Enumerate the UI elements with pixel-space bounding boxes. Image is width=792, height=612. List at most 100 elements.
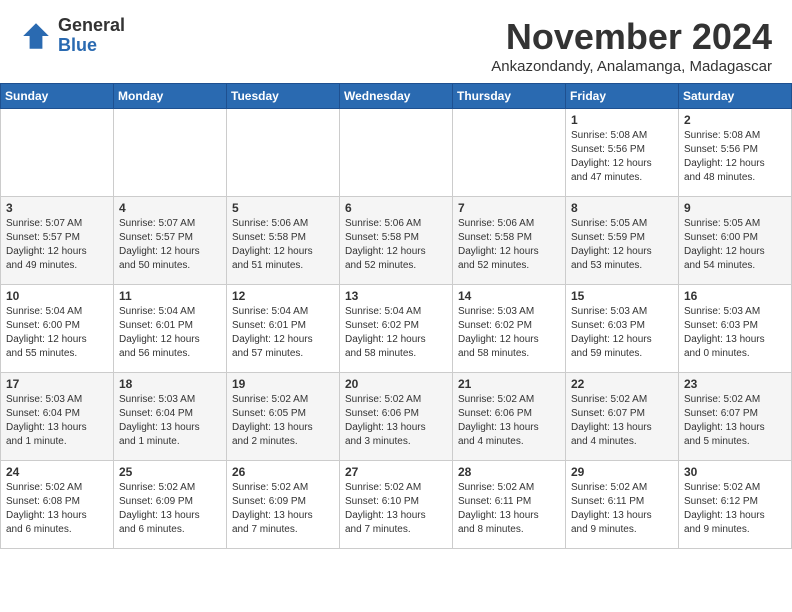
- calendar-week-3: 10 Sunrise: 5:04 AM Sunset: 6:00 PM Dayli…: [1, 285, 792, 373]
- calendar-cell: 15 Sunrise: 5:03 AM Sunset: 6:03 PM Dayli…: [566, 285, 679, 373]
- calendar-cell: 21Sunrise: 5:02 AM Sunset: 6:06 PM Dayli…: [453, 373, 566, 461]
- day-info: Sunrise: 5:04 AM Sunset: 6:01 PM Dayligh…: [119, 305, 221, 361]
- day-number: 28: [458, 465, 560, 479]
- day-number: 13: [345, 289, 447, 303]
- calendar-cell: 12 Sunrise: 5:04 AM Sunset: 6:01 PM Dayli…: [227, 285, 340, 373]
- calendar-header-row: SundayMondayTuesdayWednesdayThursdayFrid…: [1, 84, 792, 109]
- day-info: Sunrise: 5:02 AM Sunset: 6:09 PM Dayligh…: [119, 481, 221, 537]
- day-number: 5: [232, 201, 334, 215]
- calendar-cell: 20Sunrise: 5:02 AM Sunset: 6:06 PM Dayli…: [340, 373, 453, 461]
- calendar-cell: [453, 109, 566, 197]
- location-subtitle: Ankazondandy, Analamanga, Madagascar: [491, 58, 772, 75]
- month-title: November 2024: [491, 16, 772, 58]
- calendar-week-4: 17 Sunrise: 5:03 AM Sunset: 6:04 PM Dayli…: [1, 373, 792, 461]
- day-number: 17: [6, 377, 108, 391]
- day-info: Sunrise: 5:05 AM Sunset: 6:00 PM Dayligh…: [684, 217, 786, 273]
- calendar-table: SundayMondayTuesdayWednesdayThursdayFrid…: [0, 83, 792, 549]
- calendar-cell: 29 Sunrise: 5:02 AM Sunset: 6:11 PM Dayli…: [566, 461, 679, 549]
- calendar-cell: 26 Sunrise: 5:02 AM Sunset: 6:09 PM Dayli…: [227, 461, 340, 549]
- day-info: Sunrise: 5:02 AM Sunset: 6:07 PM Dayligh…: [571, 393, 673, 449]
- calendar-cell: 13 Sunrise: 5:04 AM Sunset: 6:02 PM Dayli…: [340, 285, 453, 373]
- calendar-cell: 22 Sunrise: 5:02 AM Sunset: 6:07 PM Dayli…: [566, 373, 679, 461]
- day-info: Sunrise: 5:02 AM Sunset: 6:11 PM Dayligh…: [458, 481, 560, 537]
- calendar-cell: [340, 109, 453, 197]
- day-info: Sunrise: 5:02 AM Sunset: 6:09 PM Dayligh…: [232, 481, 334, 537]
- day-info: Sunrise: 5:03 AM Sunset: 6:02 PM Dayligh…: [458, 305, 560, 361]
- day-number: 1: [571, 113, 673, 127]
- weekday-header-monday: Monday: [114, 84, 227, 109]
- logo: General Blue: [20, 16, 125, 56]
- calendar-cell: 4 Sunrise: 5:07 AM Sunset: 5:57 PM Daylig…: [114, 197, 227, 285]
- day-info: Sunrise: 5:03 AM Sunset: 6:03 PM Dayligh…: [684, 305, 786, 361]
- day-number: 6: [345, 201, 447, 215]
- day-number: 22: [571, 377, 673, 391]
- day-info: Sunrise: 5:03 AM Sunset: 6:04 PM Dayligh…: [119, 393, 221, 449]
- calendar-cell: 5 Sunrise: 5:06 AM Sunset: 5:58 PM Daylig…: [227, 197, 340, 285]
- calendar-cell: 18 Sunrise: 5:03 AM Sunset: 6:04 PM Dayli…: [114, 373, 227, 461]
- page-header: General Blue November 2024 Ankazondandy,…: [0, 0, 792, 83]
- calendar-cell: [114, 109, 227, 197]
- day-number: 30: [684, 465, 786, 479]
- calendar-cell: 1 Sunrise: 5:08 AM Sunset: 5:56 PM Daylig…: [566, 109, 679, 197]
- weekday-header-tuesday: Tuesday: [227, 84, 340, 109]
- calendar-week-2: 3 Sunrise: 5:07 AM Sunset: 5:57 PM Daylig…: [1, 197, 792, 285]
- day-info: Sunrise: 5:04 AM Sunset: 6:01 PM Dayligh…: [232, 305, 334, 361]
- day-number: 25: [119, 465, 221, 479]
- weekday-header-wednesday: Wednesday: [340, 84, 453, 109]
- day-info: Sunrise: 5:08 AM Sunset: 5:56 PM Dayligh…: [684, 129, 786, 185]
- day-info: Sunrise: 5:04 AM Sunset: 6:00 PM Dayligh…: [6, 305, 108, 361]
- day-number: 10: [6, 289, 108, 303]
- day-number: 20: [345, 377, 447, 391]
- calendar-cell: 28 Sunrise: 5:02 AM Sunset: 6:11 PM Dayli…: [453, 461, 566, 549]
- calendar-cell: 9 Sunrise: 5:05 AM Sunset: 6:00 PM Daylig…: [679, 197, 792, 285]
- calendar-cell: 7Sunrise: 5:06 AM Sunset: 5:58 PM Daylig…: [453, 197, 566, 285]
- calendar-cell: 30 Sunrise: 5:02 AM Sunset: 6:12 PM Dayli…: [679, 461, 792, 549]
- calendar-cell: [1, 109, 114, 197]
- calendar-cell: 24 Sunrise: 5:02 AM Sunset: 6:08 PM Dayli…: [1, 461, 114, 549]
- calendar-week-5: 24 Sunrise: 5:02 AM Sunset: 6:08 PM Dayli…: [1, 461, 792, 549]
- day-info: Sunrise: 5:03 AM Sunset: 6:03 PM Dayligh…: [571, 305, 673, 361]
- calendar-cell: 3Sunrise: 5:07 AM Sunset: 5:57 PM Daylig…: [1, 197, 114, 285]
- logo-general-text: General: [58, 16, 125, 36]
- day-info: Sunrise: 5:02 AM Sunset: 6:05 PM Dayligh…: [232, 393, 334, 449]
- day-info: Sunrise: 5:02 AM Sunset: 6:12 PM Dayligh…: [684, 481, 786, 537]
- day-number: 3: [6, 201, 108, 215]
- calendar-cell: 17 Sunrise: 5:03 AM Sunset: 6:04 PM Dayli…: [1, 373, 114, 461]
- logo-icon: [20, 20, 52, 52]
- calendar-week-1: 1 Sunrise: 5:08 AM Sunset: 5:56 PM Daylig…: [1, 109, 792, 197]
- day-info: Sunrise: 5:08 AM Sunset: 5:56 PM Dayligh…: [571, 129, 673, 185]
- weekday-header-thursday: Thursday: [453, 84, 566, 109]
- day-number: 18: [119, 377, 221, 391]
- calendar-cell: [227, 109, 340, 197]
- calendar-cell: 23 Sunrise: 5:02 AM Sunset: 6:07 PM Dayli…: [679, 373, 792, 461]
- weekday-header-saturday: Saturday: [679, 84, 792, 109]
- day-number: 24: [6, 465, 108, 479]
- day-number: 11: [119, 289, 221, 303]
- day-number: 7: [458, 201, 560, 215]
- calendar-cell: 11 Sunrise: 5:04 AM Sunset: 6:01 PM Dayli…: [114, 285, 227, 373]
- day-number: 9: [684, 201, 786, 215]
- day-info: Sunrise: 5:02 AM Sunset: 6:07 PM Dayligh…: [684, 393, 786, 449]
- day-number: 4: [119, 201, 221, 215]
- weekday-header-friday: Friday: [566, 84, 679, 109]
- day-info: Sunrise: 5:05 AM Sunset: 5:59 PM Dayligh…: [571, 217, 673, 273]
- calendar-body: 1 Sunrise: 5:08 AM Sunset: 5:56 PM Daylig…: [1, 109, 792, 549]
- day-info: Sunrise: 5:02 AM Sunset: 6:08 PM Dayligh…: [6, 481, 108, 537]
- day-number: 12: [232, 289, 334, 303]
- day-number: 2: [684, 113, 786, 127]
- title-block: November 2024 Ankazondandy, Analamanga, …: [491, 16, 772, 75]
- day-number: 16: [684, 289, 786, 303]
- calendar-cell: 16 Sunrise: 5:03 AM Sunset: 6:03 PM Dayli…: [679, 285, 792, 373]
- day-number: 26: [232, 465, 334, 479]
- day-info: Sunrise: 5:02 AM Sunset: 6:11 PM Dayligh…: [571, 481, 673, 537]
- day-number: 15: [571, 289, 673, 303]
- calendar-cell: 8Sunrise: 5:05 AM Sunset: 5:59 PM Daylig…: [566, 197, 679, 285]
- day-info: Sunrise: 5:07 AM Sunset: 5:57 PM Dayligh…: [119, 217, 221, 273]
- day-number: 29: [571, 465, 673, 479]
- day-number: 23: [684, 377, 786, 391]
- calendar-cell: 6Sunrise: 5:06 AM Sunset: 5:58 PM Daylig…: [340, 197, 453, 285]
- day-info: Sunrise: 5:02 AM Sunset: 6:06 PM Dayligh…: [458, 393, 560, 449]
- day-info: Sunrise: 5:03 AM Sunset: 6:04 PM Dayligh…: [6, 393, 108, 449]
- day-info: Sunrise: 5:06 AM Sunset: 5:58 PM Dayligh…: [232, 217, 334, 273]
- day-info: Sunrise: 5:04 AM Sunset: 6:02 PM Dayligh…: [345, 305, 447, 361]
